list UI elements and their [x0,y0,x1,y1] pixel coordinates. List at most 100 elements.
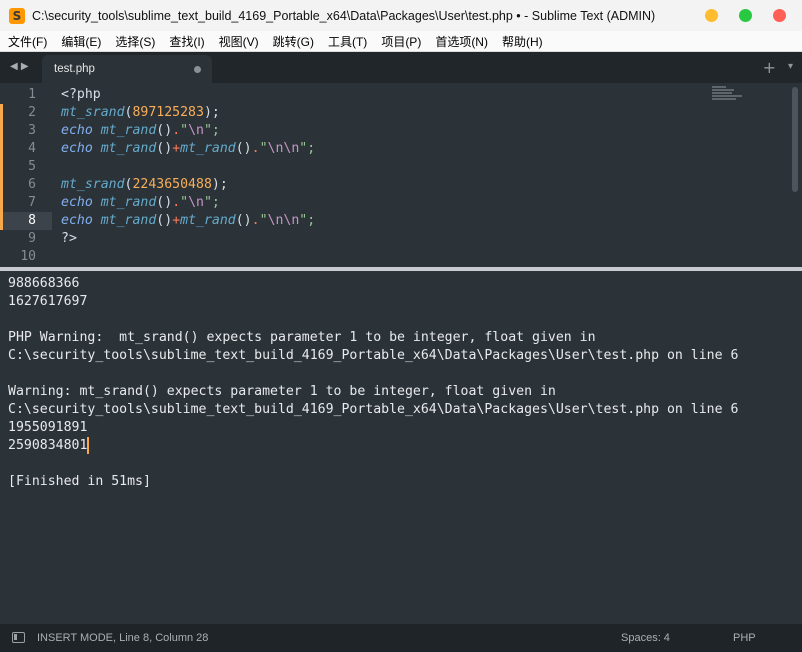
output-line: Warning: mt_srand() expects parameter 1 … [8,383,738,401]
code-token: () [156,123,173,138]
editor-scrollbar[interactable] [792,87,798,192]
code-token: mt_srand [61,177,125,192]
output-line-text: 988668366 [8,276,80,291]
line-number: 10 [20,249,36,264]
menu-find[interactable]: 查找(I) [162,33,211,50]
new-tab-plus-icon[interactable]: + [763,58,776,77]
line-number: 1 [28,87,36,102]
code-line: echo mt_rand()."\n"; [61,122,781,140]
close-button[interactable] [773,9,786,22]
menu-project[interactable]: 项目(P) [374,33,428,50]
code-line: echo mt_rand()."\n"; [61,194,781,212]
line-number: 6 [0,176,52,194]
code-token: " [180,195,189,210]
status-mode: INSERT MODE, Line 8, Column 28 [37,632,209,644]
window-controls [705,9,786,22]
status-syntax[interactable]: PHP [733,632,756,644]
minimize-button[interactable] [705,9,718,22]
code-token: "; [299,141,316,156]
tab-test-php[interactable]: test.php [42,55,212,83]
code-token: mt_rand [100,213,157,228]
menu-goto[interactable]: 跳转(G) [266,33,321,50]
menu-selection[interactable]: 选择(S) [108,33,162,50]
code-line: mt_srand(2243650488); [61,176,781,194]
code-token: echo [61,123,93,138]
line-number: 7 [0,194,52,212]
menu-view[interactable]: 视图(V) [212,33,266,50]
output-line-text: 1627617697 [8,294,88,309]
code-token: \n\n [267,213,300,228]
code-token: mt_srand [61,105,125,120]
code-line: mt_srand(897125283); [61,104,781,122]
panel-toggle-icon[interactable] [12,632,25,643]
menu-edit[interactable]: 编辑(E) [54,33,108,50]
code-token: () [156,213,173,228]
output-line-text: [Finished in 51ms] [8,474,151,489]
code-token: echo [61,213,93,228]
menu-tools[interactable]: 工具(T) [321,33,374,50]
output-line: [Finished in 51ms] [8,473,738,491]
menu-help[interactable]: 帮助(H) [495,33,550,50]
menu-preferences[interactable]: 首选项(N) [428,33,495,50]
code-editor[interactable]: 1 2 3 4 5 6 7 8 9 10 <?php mt_srand(897125283); ech… [0,83,802,267]
output-line: 2590834801 [8,437,738,455]
code-token: \n [188,195,204,210]
build-output-panel[interactable]: 988668366 1627617697 PHP Warning: mt_srand… [0,271,802,624]
code-token: + [172,213,181,228]
code-token: "; [203,195,220,210]
code-line: echo mt_rand()+mt_rand()."\n\n"; [52,212,802,230]
tab-label: test.php [54,63,95,75]
sublime-app-icon: S [9,7,25,24]
status-indentation[interactable]: Spaces: 4 [621,632,670,644]
code-token: 2243650488 [132,177,212,192]
menu-file[interactable]: 文件(F) [0,33,54,50]
tab-nav-arrows-icon[interactable]: ◀ ▶ [10,61,29,72]
output-line: C:\security_tools\sublime_text_build_416… [8,347,738,365]
output-line: 1955091891 [8,419,738,437]
tab-list-chevron-icon[interactable]: ▾ [788,61,793,72]
code-token: ); [203,105,220,120]
unsaved-dot-icon[interactable] [194,66,201,73]
line-number-gutter: 1 2 3 4 5 6 7 8 9 10 [0,86,52,266]
code-line: ?> [61,230,781,248]
code-token: 897125283 [132,105,204,120]
tab-bar: ◀ ▶ test.php + ▾ [0,52,802,83]
code-token: ?> [61,231,77,246]
code-token: " [259,213,268,228]
code-token: " [180,123,189,138]
code-token: \n\n [267,141,300,156]
code-token: () [235,141,252,156]
text-caret [87,437,89,454]
build-output-text: 988668366 1627617697 PHP Warning: mt_srand… [8,275,738,491]
line-number: 3 [0,122,52,140]
code-token: "; [299,213,316,228]
code-token: \n [188,123,204,138]
code-token: () [235,213,252,228]
code-token: mt_rand [100,195,157,210]
output-line-text: 2590834801 [8,438,88,453]
code-token: . [172,195,181,210]
minimap[interactable] [712,86,744,102]
output-line: 988668366 [8,275,738,293]
line-number: 9 [28,231,36,246]
code-token: <?php [61,87,101,102]
code-area[interactable]: <?php mt_srand(897125283); echo mt_rand().… [52,86,802,266]
code-token: "; [203,123,220,138]
code-token: . [251,141,260,156]
line-number: 4 [0,140,52,158]
code-token: . [251,213,260,228]
code-line: <?php [61,86,781,104]
code-token: mt_rand [180,213,236,228]
code-token: . [172,123,181,138]
maximize-button[interactable] [739,9,752,22]
code-token: " [259,141,268,156]
code-token: mt_rand [100,123,157,138]
output-line-text: C:\security_tools\sublime_text_build_416… [8,402,739,417]
code-token: () [156,141,173,156]
